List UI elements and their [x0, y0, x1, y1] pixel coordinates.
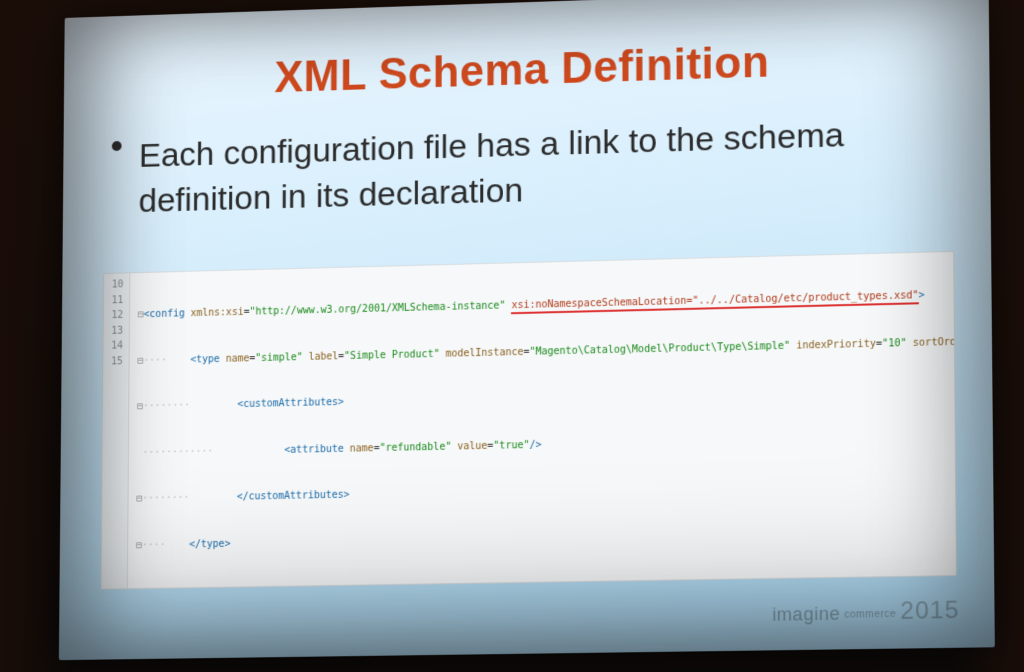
- line-number: 13: [111, 323, 123, 339]
- bullet-dot-icon: [112, 141, 122, 151]
- code-body: ⊟<config xmlns:xsi="http://www.w3.org/20…: [128, 252, 956, 588]
- room-background: XML Schema Definition Each configuration…: [0, 0, 1024, 672]
- line-number: 10: [112, 277, 124, 293]
- brand-year: 2015: [900, 597, 959, 627]
- code-line: ⊟········ </customAttributes>: [136, 476, 949, 507]
- line-number: 14: [111, 338, 123, 354]
- code-line: ············ <attribute name="refundable…: [137, 429, 949, 461]
- bullet-text: Each configuration file has a link to th…: [138, 116, 844, 220]
- brand-word-commerce: commerce: [844, 609, 896, 621]
- code-line: ⊟········ <customAttributes>: [137, 382, 948, 415]
- slide-title: XML Schema Definition: [64, 30, 990, 109]
- code-line: ⊟···· </type>: [136, 524, 950, 554]
- presentation-slide: XML Schema Definition Each configuration…: [59, 0, 995, 660]
- line-number: 11: [112, 293, 124, 309]
- line-number: 15: [111, 354, 123, 370]
- code-snippet: 10 11 12 13 14 15 ⊟<config xmlns:xsi="ht…: [100, 251, 957, 590]
- code-line: ⊟<config xmlns:xsi="http://www.w3.org/20…: [138, 287, 948, 322]
- code-gutter: 10 11 12 13 14 15: [101, 273, 130, 588]
- brand-footer: imagine commerce 2015: [772, 597, 959, 628]
- line-number: 12: [111, 308, 123, 324]
- brand-word-imagine: imagine: [772, 603, 840, 625]
- code-line: ⊟···· <type name="simple" label="Simple …: [137, 334, 948, 368]
- slide-bullet: Each configuration file has a link to th…: [138, 111, 929, 225]
